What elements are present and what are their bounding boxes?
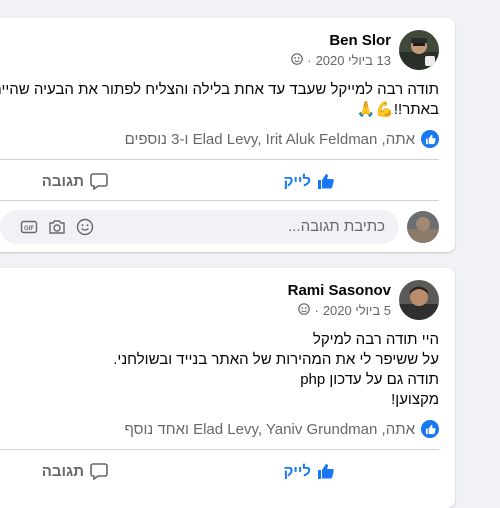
post-text: תודה רבה למייקל שעבד עד אחת בלילה והצליח…	[0, 80, 439, 120]
post-date[interactable]: 13 ביולי 2020	[316, 53, 391, 68]
post-text-line: תודה גם על עדכון php	[300, 371, 439, 388]
reactions-text: אתה, Elad Levy, Irit Aluk Feldman ו-3 נו…	[124, 130, 415, 148]
comment-label: תגובה	[41, 462, 84, 480]
post-card: Ben Slor 13 ביולי 2020 · תודה רבה למייקל…	[0, 18, 455, 252]
like-button[interactable]: לייק	[284, 462, 335, 480]
comment-input[interactable]: כתיבת תגובה... GIF	[0, 210, 399, 244]
divider	[0, 200, 439, 201]
reactions-text: אתה, Elad Levy, Yaniv Grundman ואחד נוסף	[124, 420, 415, 438]
author-name[interactable]: Rami Sasonov	[288, 282, 391, 299]
divider	[0, 159, 439, 160]
comment-placeholder: כתיבת תגובה...	[288, 218, 385, 235]
thumbs-up-icon	[318, 464, 334, 479]
post-text-line: על ששיפר לי את המהירות של האתר בנייד ובש…	[113, 351, 439, 368]
post-meta: 13 ביולי 2020 ·	[291, 53, 391, 68]
comment-button[interactable]: תגובה	[42, 462, 108, 480]
emoji-icon[interactable]	[76, 218, 94, 241]
like-label: לייק	[283, 172, 311, 190]
friends-icon	[291, 53, 304, 68]
like-reaction-icon	[421, 130, 439, 148]
friends-icon	[298, 303, 311, 318]
gif-icon[interactable]: GIF	[20, 218, 38, 241]
post-text-line: תודה רבה למייקל שעבד עד אחת בלילה והצליח…	[0, 81, 439, 98]
camera-icon[interactable]	[48, 218, 66, 241]
like-button[interactable]: לייק	[284, 172, 335, 190]
post-card: Rami Sasonov 5 ביולי 2020 · היי תודה רבה…	[0, 268, 455, 508]
author-avatar[interactable]	[399, 280, 439, 320]
svg-text:GIF: GIF	[24, 226, 34, 232]
post-text-line: היי תודה רבה למיקל	[312, 331, 439, 348]
current-user-avatar[interactable]	[407, 211, 439, 243]
post-text: היי תודה רבה למיקל על ששיפר לי את המהירו…	[113, 330, 439, 410]
comment-icon	[90, 463, 108, 480]
post-date[interactable]: 5 ביולי 2020	[323, 303, 391, 318]
like-reaction-icon	[421, 420, 439, 438]
comment-label: תגובה	[41, 172, 84, 190]
post-text-line: מקצוען!	[391, 391, 439, 408]
reactions-summary[interactable]: אתה, Elad Levy, Yaniv Grundman ואחד נוסף	[124, 419, 439, 439]
comment-icon	[90, 173, 108, 190]
post-meta: 5 ביולי 2020 ·	[298, 303, 391, 318]
author-avatar[interactable]	[399, 30, 439, 70]
author-name[interactable]: Ben Slor	[329, 32, 391, 49]
like-label: לייק	[283, 462, 311, 480]
reactions-summary[interactable]: אתה, Elad Levy, Irit Aluk Feldman ו-3 נו…	[125, 129, 439, 149]
comment-button[interactable]: תגובה	[42, 172, 108, 190]
divider	[0, 449, 439, 450]
thumbs-up-icon	[318, 174, 334, 189]
post-text-line: באתר!!💪🙏	[356, 101, 439, 118]
